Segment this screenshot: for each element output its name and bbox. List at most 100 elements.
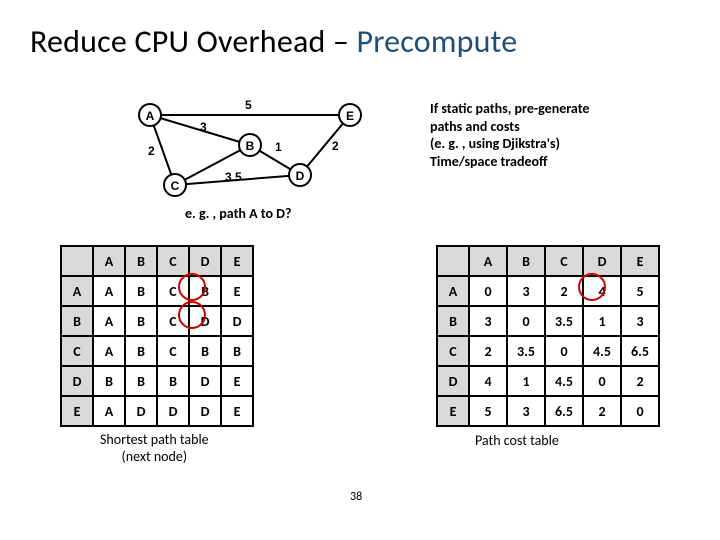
- graph-node: A: [139, 104, 161, 126]
- table-cell: 5: [621, 276, 659, 306]
- table-cell: B: [125, 276, 157, 306]
- graph-diagram: 5 3 2 3.5 1 2 A B C D E: [130, 95, 380, 210]
- table-cell: 0: [583, 366, 621, 396]
- table-header: D: [437, 366, 469, 396]
- table-cell: B: [125, 336, 157, 366]
- edge-weight: 2: [332, 139, 339, 153]
- graph-node: C: [164, 174, 186, 196]
- table-cell: B: [157, 366, 189, 396]
- table-cell: 3: [469, 306, 507, 336]
- table-cell: 4.5: [545, 366, 583, 396]
- title-main: Reduce CPU Overhead –: [30, 22, 357, 61]
- table-header: C: [437, 336, 469, 366]
- slide: Reduce CPU Overhead – Precompute 5 3 2 3…: [0, 0, 720, 540]
- highlight-ring: [578, 273, 606, 301]
- page-number: 38: [350, 490, 362, 504]
- table-cell: 3: [507, 276, 545, 306]
- table-cell: 4: [469, 366, 507, 396]
- table-cell: 3.5: [545, 306, 583, 336]
- table-header: B: [125, 246, 157, 276]
- table-cell: A: [93, 336, 125, 366]
- table-cell: 5: [469, 396, 507, 426]
- table-cell: 4.5: [583, 336, 621, 366]
- table-header: B: [507, 246, 545, 276]
- graph-caption: e. g. , path A to D?: [185, 205, 291, 222]
- next-node-table: ABCDEAABCBEBABCDDCABCBBDBBBDEEADDDE: [60, 245, 254, 427]
- desc-line: If static paths, pre-generate: [430, 100, 589, 118]
- table-cell: A: [93, 276, 125, 306]
- svg-text:C: C: [171, 179, 180, 193]
- table-header: A: [437, 276, 469, 306]
- table-header: C: [545, 246, 583, 276]
- highlight-ring: [178, 273, 206, 301]
- table-cell: E: [221, 366, 253, 396]
- table-header: C: [157, 246, 189, 276]
- table-cell: 3.5: [507, 336, 545, 366]
- table-cell: C: [157, 336, 189, 366]
- table-right-label: Path cost table: [475, 432, 559, 449]
- table-header: D: [583, 246, 621, 276]
- table-cell: A: [93, 396, 125, 426]
- graph-node: E: [339, 104, 361, 126]
- table-cell: 2: [469, 336, 507, 366]
- table-right-wrap: ABCDEA03245B303.513C23.504.56.5D414.502E…: [436, 245, 660, 427]
- table-header: E: [621, 246, 659, 276]
- desc-line: paths and costs: [430, 118, 589, 136]
- desc-line: (e. g. , using Djikstra's): [430, 135, 589, 153]
- table-cell: D: [189, 396, 221, 426]
- table-cell: 0: [621, 396, 659, 426]
- table-cell: 0: [507, 306, 545, 336]
- table-cell: 6.5: [545, 396, 583, 426]
- graph-node: B: [239, 134, 261, 156]
- svg-text:E: E: [346, 109, 354, 123]
- table-cell: 6.5: [621, 336, 659, 366]
- table-left-wrap: ABCDEAABCBEBABCDDCABCBBDBBBDEEADDDE: [60, 245, 254, 427]
- table-cell: 2: [583, 396, 621, 426]
- table-header: E: [61, 396, 93, 426]
- table-header: B: [61, 306, 93, 336]
- table-cell: D: [125, 396, 157, 426]
- table-cell: 0: [469, 276, 507, 306]
- svg-text:A: A: [146, 109, 155, 123]
- table-header: B: [437, 306, 469, 336]
- table-cell: D: [189, 366, 221, 396]
- table-cell: D: [221, 306, 253, 336]
- table-cell: 1: [507, 366, 545, 396]
- title-highlight: Precompute: [357, 22, 518, 61]
- table-cell: B: [125, 306, 157, 336]
- graph-node: D: [289, 164, 311, 186]
- table-left-label: Shortest path table (next node): [100, 432, 209, 466]
- table-header: A: [93, 246, 125, 276]
- table-header: E: [437, 396, 469, 426]
- table-cell: D: [157, 396, 189, 426]
- table-header: A: [61, 276, 93, 306]
- table-header: D: [189, 246, 221, 276]
- edge-weight: 3: [200, 120, 207, 134]
- table-header: E: [221, 246, 253, 276]
- tables-row: ABCDEAABCBEBABCDDCABCBBDBBBDEEADDDE ABCD…: [60, 245, 660, 427]
- table-header: A: [469, 246, 507, 276]
- table-cell: E: [221, 396, 253, 426]
- edge-weight: 2: [148, 144, 155, 158]
- table-cell: B: [189, 336, 221, 366]
- table-cell: 0: [545, 336, 583, 366]
- edge-weight: 5: [245, 98, 252, 112]
- edge-weight: 3.5: [225, 170, 242, 184]
- description-block: If static paths, pre-generate paths and …: [430, 100, 589, 170]
- table-cell: B: [125, 366, 157, 396]
- table-header: C: [61, 336, 93, 366]
- cost-table: ABCDEA03245B303.513C23.504.56.5D414.502E…: [436, 245, 660, 427]
- highlight-ring: [178, 301, 206, 329]
- table-cell: 3: [621, 306, 659, 336]
- table-cell: 2: [545, 276, 583, 306]
- slide-title: Reduce CPU Overhead – Precompute: [30, 22, 517, 61]
- table-cell: B: [221, 336, 253, 366]
- table-cell: 3: [507, 396, 545, 426]
- desc-line: Time/space tradeoff: [430, 153, 589, 171]
- edge-weight: 1: [275, 140, 282, 154]
- svg-text:D: D: [296, 169, 305, 183]
- table-cell: E: [221, 276, 253, 306]
- table-cell: B: [93, 366, 125, 396]
- table-cell: 2: [621, 366, 659, 396]
- svg-text:B: B: [246, 139, 255, 153]
